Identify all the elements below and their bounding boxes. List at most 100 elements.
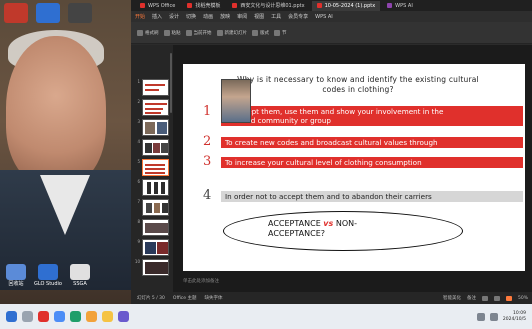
paste-button[interactable]: 粘贴 <box>163 29 181 36</box>
app-taskbar-icon[interactable] <box>118 311 129 322</box>
thumbnail-number: 1 <box>137 79 140 84</box>
tab-templates[interactable]: 找稻壳模板 <box>182 1 225 11</box>
tab-label: 10-05-2024 (1).pptx <box>324 2 376 9</box>
thumbnail-row[interactable]: 9 <box>133 239 169 256</box>
format-painter-button[interactable]: 格式刷 <box>137 29 159 36</box>
clock-date: 2024/10/5 <box>502 316 526 322</box>
menu-member[interactable]: 会员专享 <box>288 13 308 20</box>
point-text-line: To accept them, use them and show your i… <box>225 107 444 116</box>
non-label: NON- <box>335 219 357 228</box>
slide-thumbnail[interactable] <box>142 179 169 196</box>
thumbnail-row[interactable]: 10 <box>133 259 169 276</box>
wps-window: WPS Office 找稻壳模板 西安文化与设计思维01.pptx 10-05-… <box>131 0 532 304</box>
slide-thumbnail[interactable] <box>142 139 169 156</box>
search-icon[interactable] <box>22 311 33 322</box>
normal-view-icon[interactable] <box>481 295 488 301</box>
menu-slideshow[interactable]: 放映 <box>220 13 230 20</box>
smart-beautify-button[interactable]: 智能美化 <box>443 295 461 301</box>
clock[interactable]: 10:09 2024/10/5 <box>503 311 526 323</box>
slide-thumbnail[interactable] <box>142 199 169 216</box>
status-bar: 幻灯片 5 / 30 Office 主题 缺失字体 智能美化 备注 50% <box>131 292 532 304</box>
tab-label: 西安文化与设计思维01.pptx <box>240 3 305 9</box>
menu-animation[interactable]: 动画 <box>203 13 213 20</box>
point-text-line: selected community or group <box>225 116 331 125</box>
slide-counter: 幻灯片 5 / 30 <box>137 296 165 301</box>
point-text-line: To increase your cultural level of cloth… <box>225 158 422 167</box>
point-text-line: In order not to accept them and to aband… <box>225 192 432 201</box>
tab-document-active[interactable]: 10-05-2024 (1).pptx <box>311 0 381 11</box>
play-slideshow-icon[interactable] <box>505 295 512 301</box>
tab-wps-office[interactable]: WPS Office <box>135 1 180 11</box>
shortcut-label: 回收站 <box>8 281 24 287</box>
missing-font-indicator[interactable]: 缺失字体 <box>204 295 222 301</box>
thumbnail-number: 2 <box>137 99 140 104</box>
network-icon[interactable] <box>476 312 485 321</box>
thumbnail-scrollbar[interactable] <box>170 53 172 113</box>
thumbnail-row[interactable]: 2 <box>133 99 169 116</box>
acceptance-label: ACCEPTANCE <box>268 219 321 228</box>
thumbnail-row[interactable]: 3 <box>133 119 169 136</box>
folder-icon[interactable] <box>102 311 113 322</box>
thumbnail-number: 6 <box>137 179 140 184</box>
point-box-4: In order not to accept them and to aband… <box>221 191 523 202</box>
desktop-shortcuts: 回收站 GLO Studio SSGA <box>0 262 131 302</box>
shortcut-label: SSGA <box>73 281 87 287</box>
thumbnail-row[interactable]: 5 <box>133 159 169 176</box>
new-slide-button[interactable]: 新建幻灯片 <box>216 29 247 36</box>
play-from-current-button[interactable]: 当前开始 <box>185 29 212 36</box>
thumbnail-row[interactable]: 4 <box>133 139 169 156</box>
app-icon[interactable] <box>4 3 28 23</box>
notes-field[interactable]: 单击此处添加备注 <box>173 278 532 286</box>
thumbnail-row[interactable]: 6 <box>133 179 169 196</box>
slide-thumbnail[interactable] <box>142 259 169 276</box>
notes-toggle[interactable]: 备注 <box>467 295 476 301</box>
slide-thumbnail-selected[interactable] <box>142 159 169 176</box>
tab-document-1[interactable]: 西安文化与设计思维01.pptx <box>227 1 309 11</box>
thumbnail-row[interactable]: 8 <box>133 219 169 236</box>
grid-view-icon[interactable] <box>493 295 500 301</box>
menu-review[interactable]: 审阅 <box>237 13 247 20</box>
taskbar: 10:09 2024/10/5 <box>0 304 532 329</box>
ribbon-toolbar: 格式刷 粘贴 当前开始 新建幻灯片 版式 节 <box>131 22 532 44</box>
thumbnail-number: 9 <box>137 239 140 244</box>
thumbnail-row[interactable]: 1 <box>133 79 169 96</box>
desktop-shortcut[interactable]: 回收站 <box>2 264 30 300</box>
edge-icon[interactable] <box>70 311 81 322</box>
vs-label: vs <box>323 219 334 228</box>
zoom-level[interactable]: 50% <box>518 296 528 301</box>
menu-home[interactable]: 开始 <box>135 13 145 20</box>
tab-label: 找稻壳模板 <box>195 3 221 9</box>
menu-tools[interactable]: 工具 <box>271 13 281 20</box>
app-icon[interactable] <box>36 3 60 23</box>
menu-design[interactable]: 设计 <box>169 13 179 20</box>
desktop-shortcut[interactable]: SSGA <box>66 264 94 300</box>
slide-thumbnail[interactable] <box>142 99 169 116</box>
app-icon[interactable] <box>68 3 92 23</box>
menu-insert[interactable]: 插入 <box>152 13 162 20</box>
volume-icon[interactable] <box>489 312 498 321</box>
windows-start-icon[interactable] <box>6 311 17 322</box>
workspace: 1 2 3 4 5 6 7 8 9 10 Why is it necessary… <box>131 45 532 292</box>
chrome-icon[interactable] <box>54 311 65 322</box>
point-number: 2 <box>203 134 212 149</box>
section-button[interactable]: 节 <box>274 29 287 36</box>
template-icon <box>187 3 193 8</box>
tab-wps-ai[interactable]: WPS AI <box>382 1 418 11</box>
menu-transition[interactable]: 切换 <box>186 13 196 20</box>
app-taskbar-icon[interactable] <box>86 311 97 322</box>
ellipse-text: ACCEPTANCE vs NON- ACCEPTANCE? <box>268 219 428 239</box>
slide-thumbnail[interactable] <box>142 239 169 256</box>
thumbnail-row[interactable]: 7 <box>133 199 169 216</box>
recycle-bin-icon <box>6 264 26 280</box>
slide-thumbnail[interactable] <box>142 119 169 136</box>
thumbnail-number: 7 <box>137 199 140 204</box>
wps-taskbar-icon[interactable] <box>38 311 49 322</box>
desktop-shortcut[interactable]: GLO Studio <box>34 264 62 300</box>
menu-view[interactable]: 视图 <box>254 13 264 20</box>
layout-button[interactable]: 版式 <box>252 29 269 36</box>
point-number: 1 <box>203 104 212 119</box>
slide-thumbnail[interactable] <box>142 219 169 236</box>
menu-wps-ai[interactable]: WPS AI <box>315 14 333 20</box>
slide-thumbnail[interactable] <box>142 79 169 96</box>
system-tray: 10:09 2024/10/5 <box>476 311 532 323</box>
